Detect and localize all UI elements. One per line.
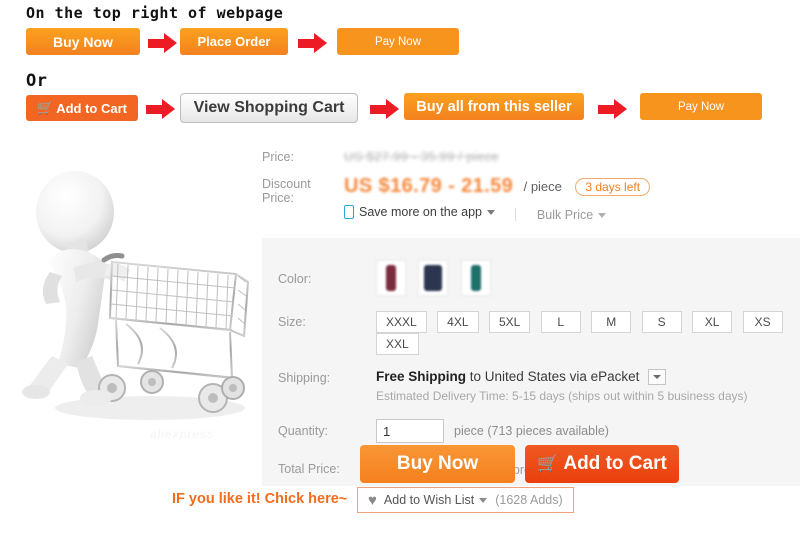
price-row: Price: US $27.99 - 35.99 / piece bbox=[262, 148, 800, 166]
chevron-down-icon bbox=[487, 209, 495, 215]
flow-button-buy-now[interactable]: Buy Now bbox=[26, 28, 140, 55]
size-chip[interactable]: L bbox=[540, 311, 581, 333]
cart-icon: 🛒 bbox=[37, 100, 54, 115]
size-chip[interactable]: XL bbox=[692, 311, 733, 333]
discount-price-label-text: Discount Price: bbox=[262, 177, 311, 205]
wish-list-label: Add to Wish List bbox=[383, 493, 475, 507]
figure-with-cart-illustration bbox=[0, 140, 262, 440]
shipping-method: Free Shipping to United States via ePack… bbox=[376, 369, 800, 386]
size-chip-list: XXXL 4XL 5XL L M S XL XS XXL bbox=[376, 311, 800, 355]
save-on-app-link[interactable]: Save more on the app bbox=[344, 205, 495, 219]
shipping-select-dropdown[interactable] bbox=[648, 369, 667, 386]
quantity-label: Quantity: bbox=[278, 424, 329, 439]
bulk-price-label: Bulk Price bbox=[536, 208, 594, 222]
chevron-down-icon-wishlist bbox=[479, 497, 488, 503]
flow-button-add-to-cart[interactable]: 🛒 Add to Cart bbox=[26, 95, 138, 121]
wishlist-hint-text: IF you like it! Chick here~ bbox=[172, 491, 348, 507]
color-label: Color: bbox=[278, 272, 312, 286]
color-swatch-list bbox=[376, 260, 800, 301]
size-chip[interactable]: S bbox=[641, 311, 682, 333]
flow-button-place-order[interactable]: Place Order bbox=[180, 28, 288, 55]
size-row: Size: XXXL 4XL 5XL L M S XL XS XXL bbox=[262, 311, 800, 355]
flow-arrow-3 bbox=[146, 99, 175, 119]
size-chip[interactable]: M bbox=[591, 311, 632, 333]
shipping-label: Shipping: bbox=[278, 371, 331, 385]
price-label: Price: bbox=[262, 150, 294, 164]
flow-button-buy-all-from-seller[interactable]: Buy all from this seller bbox=[404, 93, 584, 120]
flow-button-pay-now-1[interactable]: Pay Now bbox=[337, 28, 459, 55]
product-image[interactable] bbox=[0, 140, 262, 440]
color-swatch[interactable] bbox=[376, 260, 406, 296]
add-to-wish-list-button[interactable]: ♥ Add to Wish List (1628 Adds) bbox=[357, 487, 574, 513]
shipping-row: Shipping: Free Shipping to United States… bbox=[262, 369, 800, 403]
divider bbox=[515, 208, 517, 222]
quantity-input[interactable] bbox=[376, 419, 444, 444]
discount-price-label: Discount Price: bbox=[262, 175, 344, 205]
chevron-down-icon-bulk bbox=[598, 212, 607, 218]
size-chip[interactable]: XS bbox=[742, 311, 783, 333]
flow-button-view-shopping-cart[interactable]: View Shopping Cart bbox=[180, 93, 358, 123]
size-label: Size: bbox=[278, 315, 306, 329]
cart-icon: 🛒 bbox=[537, 454, 559, 473]
discount-price-row: Discount Price: US $16.79 - 21.59 / piec… bbox=[262, 175, 800, 224]
image-watermark: aliexpress bbox=[150, 427, 215, 441]
heart-icon: ♥ bbox=[368, 491, 377, 509]
save-on-app-label: Save more on the app bbox=[359, 205, 482, 219]
flow-arrow-2 bbox=[298, 33, 327, 53]
buy-now-button[interactable]: Buy Now bbox=[360, 445, 515, 483]
size-chip[interactable]: 4XL bbox=[437, 311, 479, 333]
mobile-phone-icon bbox=[344, 205, 354, 219]
delivery-estimate: Estimated Delivery Time: 5-15 days (ship… bbox=[376, 389, 748, 404]
color-swatch[interactable] bbox=[418, 260, 449, 296]
promo-days-badge: 3 days left bbox=[575, 177, 651, 196]
instruction-heading-top: On the top right of webpage bbox=[26, 4, 284, 22]
size-chip[interactable]: XXXL bbox=[376, 311, 427, 333]
color-row: Color: bbox=[262, 260, 800, 301]
flow-arrow-5 bbox=[598, 99, 627, 119]
free-shipping-text: Free Shipping bbox=[376, 369, 467, 384]
flow-arrow-4 bbox=[370, 99, 399, 119]
flow-button-pay-now-2[interactable]: Pay Now bbox=[640, 93, 762, 120]
flow-add-to-cart-label: Add to Cart bbox=[56, 100, 127, 116]
page-root: On the top right of webpage Buy Now Plac… bbox=[0, 0, 800, 534]
wish-list-count: (1628 Adds) bbox=[495, 493, 563, 507]
add-to-cart-button[interactable]: 🛒 Add to Cart bbox=[525, 445, 679, 483]
total-price-label: Total Price: bbox=[278, 462, 340, 477]
add-to-cart-label: Add to Cart bbox=[563, 453, 667, 474]
quantity-availability: piece (713 pieces available) bbox=[454, 424, 609, 439]
price-block: Price: US $27.99 - 35.99 / piece Discoun… bbox=[262, 148, 800, 224]
flow-arrow-1 bbox=[148, 33, 177, 53]
size-chip[interactable]: XXL bbox=[376, 333, 419, 355]
instruction-heading-or: Or bbox=[26, 71, 48, 91]
bulk-price-link[interactable]: Bulk Price bbox=[536, 208, 607, 222]
size-chip[interactable]: 5XL bbox=[488, 311, 531, 333]
action-button-group: Buy Now 🛒 Add to Cart bbox=[360, 445, 679, 483]
price-unit: / piece bbox=[523, 178, 562, 194]
original-price-value: US $27.99 - 35.99 / piece bbox=[344, 149, 499, 164]
discount-price-value: US $16.79 - 21.59 bbox=[344, 175, 514, 197]
shipping-destination: to United States via ePacket bbox=[469, 369, 640, 384]
quantity-row: Quantity: piece (713 pieces available) bbox=[262, 419, 800, 444]
color-swatch[interactable] bbox=[460, 260, 491, 296]
